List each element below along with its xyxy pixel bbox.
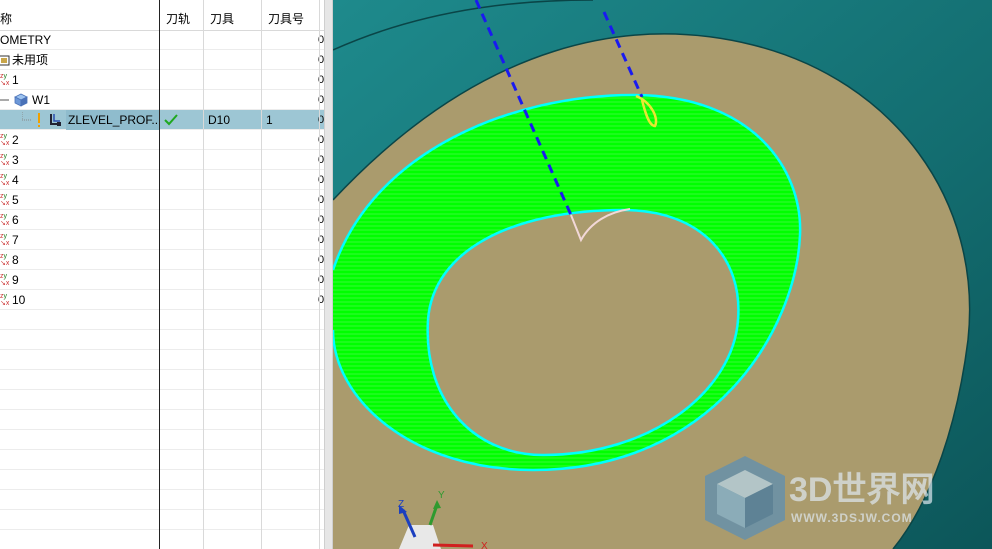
collapse-toggle-icon[interactable]	[0, 94, 12, 106]
empty-row	[0, 490, 324, 510]
row-label: W1	[32, 93, 50, 107]
tree-row-mcs-8[interactable]: zy ↘x 8 0	[0, 250, 324, 270]
part-model-view: Z Y X 3D世界网 WWW.3DSJW.COM	[333, 0, 992, 549]
row-label: OMETRY	[0, 33, 52, 47]
mcs-icon: zy ↘x	[0, 153, 10, 167]
operation-navigator: 称 刀轨 刀具 刀具号 OMETRY 0 未用项 0 zy ↘x 1 0 W1 0	[0, 0, 324, 549]
empty-row	[0, 390, 324, 410]
triad-y-label: Y	[438, 490, 445, 501]
row-label: 7	[12, 233, 19, 247]
mcs-icon: zy ↘x	[0, 213, 10, 227]
tree-row-unused[interactable]: 未用项 0	[0, 50, 324, 70]
row-label: 5	[12, 193, 19, 207]
mcs-icon: zy ↘x	[0, 293, 10, 307]
column-header-tool[interactable]: 刀具	[204, 0, 262, 30]
row-label: 6	[12, 213, 19, 227]
empty-row	[0, 370, 324, 390]
folder-icon	[0, 55, 10, 66]
navigator-header: 称 刀轨 刀具 刀具号	[0, 0, 324, 31]
watermark-url: WWW.3DSJW.COM	[791, 511, 913, 525]
empty-row	[0, 330, 324, 350]
column-header-name[interactable]: 称	[0, 0, 160, 30]
mcs-icon: zy ↘x	[0, 273, 10, 287]
column-divider-tool-number	[319, 0, 320, 549]
tree-row-operation-zlevel-profile[interactable]: ZLEVEL_PROF... D10 1 0	[0, 110, 324, 130]
tree-row-mcs-7[interactable]: zy ↘x 7 0	[0, 230, 324, 250]
tree-row-mcs-6[interactable]: zy ↘x 6 0	[0, 210, 324, 230]
workpiece-cube-icon	[14, 93, 28, 107]
row-label: 2	[12, 133, 19, 147]
row-label: 未用项	[12, 53, 49, 67]
mcs-icon: zy ↘x	[0, 193, 10, 207]
row-label: 9	[12, 273, 19, 287]
empty-row	[0, 470, 324, 490]
empty-row	[0, 410, 324, 430]
column-header-tool-number[interactable]: 刀具号	[262, 0, 320, 30]
mcs-icon: zy ↘x	[0, 133, 10, 147]
row-label: 4	[12, 173, 19, 187]
tree-row-mcs-9[interactable]: zy ↘x 9 0	[0, 270, 324, 290]
empty-row	[0, 430, 324, 450]
checkmark-icon	[164, 114, 178, 126]
column-divider-toolpath	[203, 0, 204, 549]
row-label: 8	[12, 253, 19, 267]
tree-row-workpiece-w1[interactable]: W1 0	[0, 90, 324, 110]
triad-z-label: Z	[398, 499, 404, 510]
column-divider-tool	[261, 0, 262, 549]
warning-icon	[38, 113, 40, 127]
mcs-icon: zy ↘x	[0, 253, 10, 267]
graphics-viewport[interactable]: Z Y X 3D世界网 WWW.3DSJW.COM	[333, 0, 992, 549]
tree-row-geometry[interactable]: OMETRY 0	[0, 30, 324, 50]
empty-row	[0, 530, 324, 549]
tree-row-mcs-5[interactable]: zy ↘x 5 0	[0, 190, 324, 210]
row-label: 10	[12, 293, 26, 307]
row-tool-number: 1	[266, 113, 273, 127]
tree-row-mcs-4[interactable]: zy ↘x 4 0	[0, 170, 324, 190]
column-divider-name	[159, 0, 160, 549]
empty-row	[0, 350, 324, 370]
zlevel-operation-icon	[50, 114, 61, 126]
panel-splitter[interactable]	[324, 0, 333, 549]
mcs-icon: zy ↘x	[0, 73, 10, 87]
row-label: 1	[12, 73, 19, 87]
watermark-brand: 3D世界网	[789, 471, 934, 509]
empty-row	[0, 310, 324, 330]
tree-row-mcs-2[interactable]: zy ↘x 2 0	[0, 130, 324, 150]
mcs-icon: zy ↘x	[0, 173, 10, 187]
column-header-toolpath[interactable]: 刀轨	[160, 0, 204, 30]
empty-row	[0, 450, 324, 470]
row-label: ZLEVEL_PROF...	[66, 110, 160, 130]
row-label: 3	[12, 153, 19, 167]
tree-row-mcs-1[interactable]: zy ↘x 1 0	[0, 70, 324, 90]
mcs-icon: zy ↘x	[0, 233, 10, 247]
empty-row	[0, 510, 324, 530]
row-tool: D10	[208, 113, 231, 127]
tree-row-mcs-3[interactable]: zy ↘x 3 0	[0, 150, 324, 170]
tree-row-mcs-10[interactable]: zy ↘x 10 0	[0, 290, 324, 310]
triad-x-label: X	[481, 541, 488, 549]
